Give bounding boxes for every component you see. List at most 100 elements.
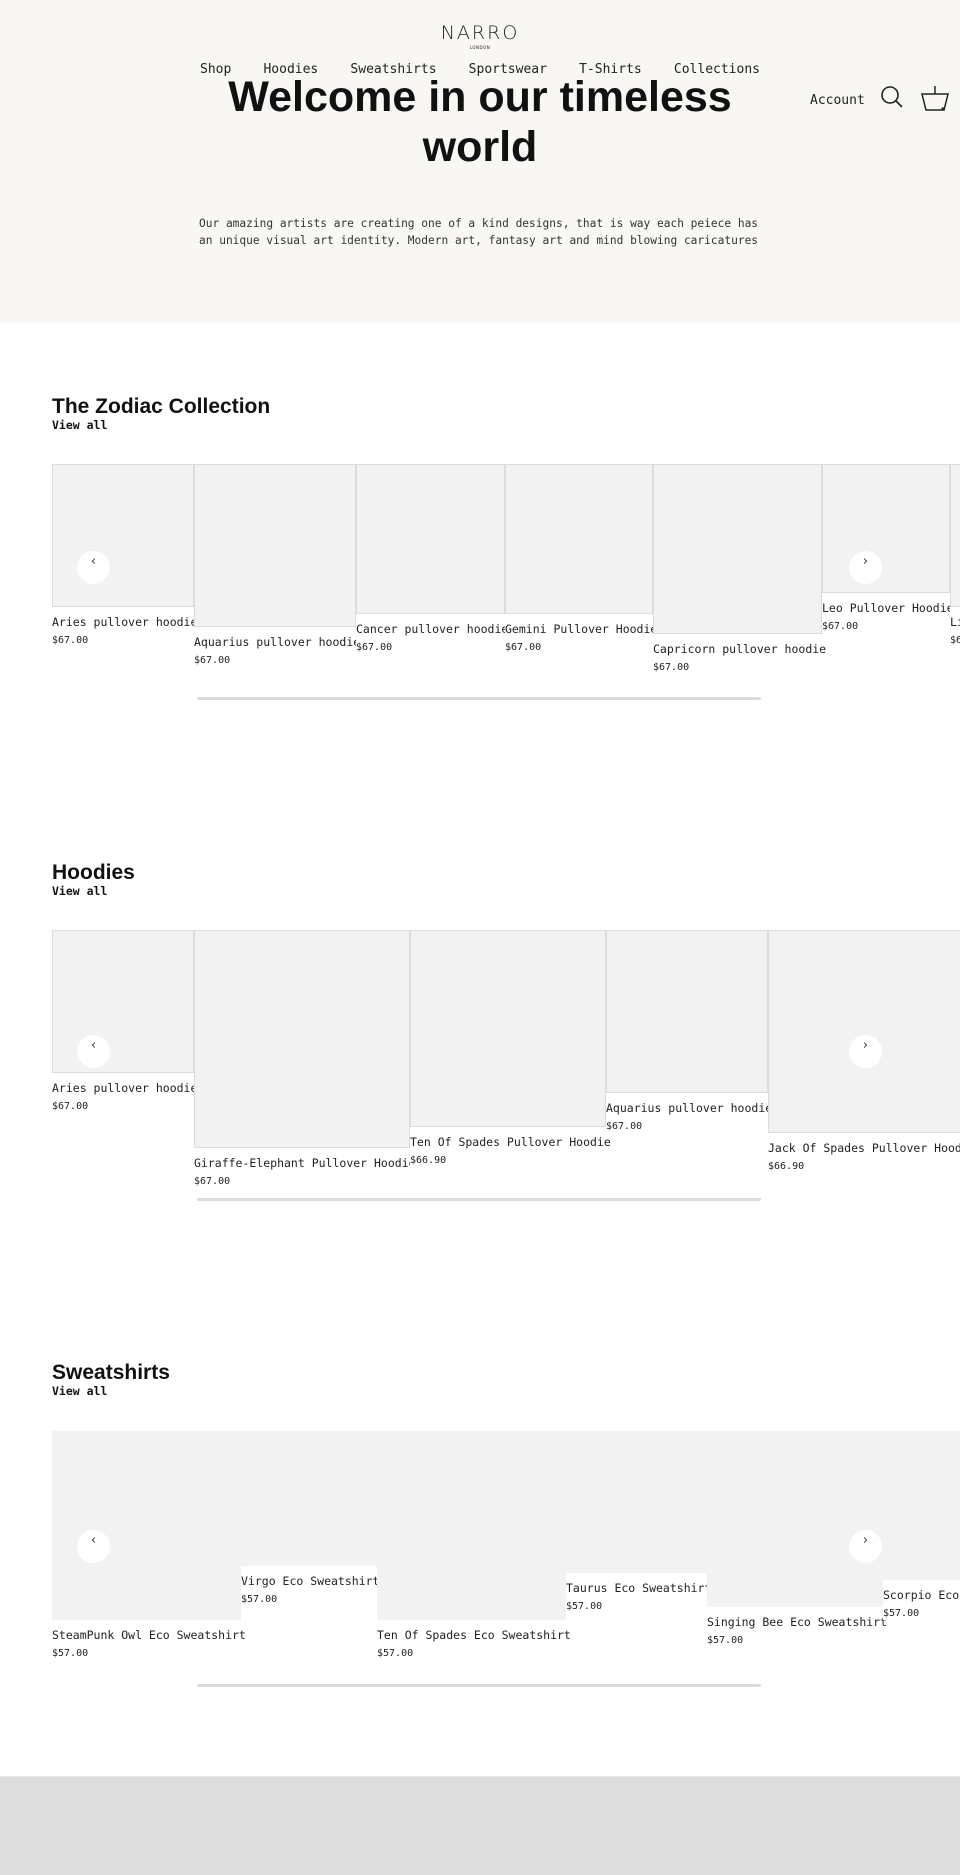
product-name[interactable]: SteamPunk Owl Eco Sweatshirt: [52, 1628, 246, 1642]
product-image[interactable]: [410, 930, 606, 1127]
chevron-right-icon: ›: [862, 1533, 869, 1548]
product-price: $66.90: [768, 1161, 805, 1172]
product-image[interactable]: [505, 464, 653, 614]
view-all-hoodies[interactable]: View all: [52, 884, 107, 898]
product-image[interactable]: [883, 1431, 960, 1580]
footer: [0, 1776, 960, 1875]
section-title-sweatshirts: Sweatshirts: [52, 1361, 170, 1384]
product-name[interactable]: Aquarius pullover hoodie: [606, 1101, 772, 1115]
product-price: $67.00: [52, 635, 89, 646]
product-card[interactable]: Capricorn pullover hoodie $67.00: [653, 464, 826, 674]
product-name[interactable]: Aries pullover hoodie: [52, 615, 197, 629]
carousel-prev-button[interactable]: ‹: [77, 1035, 110, 1068]
product-image[interactable]: [241, 1431, 377, 1566]
product-image[interactable]: [707, 1431, 883, 1607]
product-name[interactable]: Gemini Pullover Hoodie: [505, 622, 657, 636]
chevron-left-icon: ‹: [90, 1038, 97, 1053]
product-card[interactable]: Virgo Eco Sweatshirt $57.00: [241, 1431, 379, 1606]
product-price: $57.00: [566, 1601, 603, 1612]
product-price: $67.00: [505, 642, 542, 653]
product-card[interactable]: Aquarius pullover hoodie $67.00: [606, 930, 772, 1133]
product-image[interactable]: [194, 464, 356, 627]
product-price: $67.00: [606, 1121, 643, 1132]
view-all-sweatshirts[interactable]: View all: [52, 1384, 107, 1398]
product-image[interactable]: [768, 930, 960, 1133]
hero-text: Our amazing artists are creating one of …: [199, 217, 759, 247]
product-name[interactable]: Aries pullover hoodie: [52, 1081, 197, 1095]
product-card[interactable]: Aries pullover hoodie $67.00: [52, 464, 197, 647]
product-name[interactable]: Taurus Eco Sweatshirt: [566, 1581, 711, 1595]
product-price: $67.00: [52, 1101, 89, 1112]
product-name[interactable]: Ten Of Spades Eco Sweatshirt: [377, 1628, 571, 1642]
product-image[interactable]: [950, 464, 960, 607]
product-image[interactable]: [822, 464, 950, 593]
view-all-zodiac[interactable]: View all: [52, 418, 107, 432]
product-card[interactable]: Aquarius pullover hoodie $67.00: [194, 464, 360, 667]
carousel-next-button[interactable]: ›: [849, 1035, 882, 1068]
product-name[interactable]: Virgo Eco Sweatshirt: [241, 1574, 379, 1588]
product-card[interactable]: Gemini Pullover Hoodie $67.00: [505, 464, 657, 654]
product-price: $57.00: [241, 1594, 278, 1605]
carousel-next-button[interactable]: ›: [849, 1530, 882, 1563]
product-card[interactable]: Cancer pullover hoodie $67.00: [356, 464, 508, 654]
product-name[interactable]: Giraffe-Elephant Pullover Hoodie: [194, 1156, 416, 1170]
product-image[interactable]: [194, 930, 410, 1148]
product-card[interactable]: Scorpio Eco Sweatshirt $57.00: [883, 1431, 960, 1620]
product-price: $57.00: [883, 1608, 920, 1619]
product-image[interactable]: [653, 464, 822, 634]
product-image[interactable]: [52, 464, 194, 607]
product-card[interactable]: Leo Pullover Hoodie $67.00: [822, 464, 954, 633]
product-card[interactable]: Aries pullover hoodie $67.00: [52, 930, 197, 1113]
carousel-prev-button[interactable]: ‹: [77, 551, 110, 584]
product-name[interactable]: Ten Of Spades Pullover Hoodie: [410, 1135, 611, 1149]
product-name[interactable]: Aquarius pullover hoodie: [194, 635, 360, 649]
product-name[interactable]: Li: [950, 615, 960, 629]
product-image[interactable]: [566, 1431, 707, 1573]
product-price: $66.90: [410, 1155, 447, 1166]
carousel-prev-button[interactable]: ‹: [77, 1530, 110, 1563]
product-card[interactable]: Ten Of Spades Eco Sweatshirt $57.00: [377, 1431, 571, 1660]
carousel-next-button[interactable]: ›: [849, 551, 882, 584]
product-price: $67.00: [194, 655, 231, 666]
chevron-left-icon: ‹: [90, 554, 97, 569]
product-name[interactable]: Jack Of Spades Pullover Hoodie: [768, 1141, 960, 1155]
product-price: $67.00: [822, 621, 859, 632]
product-name[interactable]: Cancer pullover hoodie: [356, 622, 508, 636]
product-card[interactable]: Ten Of Spades Pullover Hoodie $66.90: [410, 930, 611, 1167]
carousel-scrollbar[interactable]: [197, 1684, 761, 1687]
product-price: $67.00: [194, 1176, 231, 1187]
product-price: $67.00: [356, 642, 393, 653]
chevron-right-icon: ›: [862, 1038, 869, 1053]
carousel-scrollbar[interactable]: [197, 697, 761, 700]
product-name[interactable]: Capricorn pullover hoodie: [653, 642, 826, 656]
product-name[interactable]: Leo Pullover Hoodie: [822, 601, 954, 615]
search-icon[interactable]: [880, 85, 904, 109]
product-card[interactable]: Taurus Eco Sweatshirt $57.00: [566, 1431, 711, 1613]
section-title-hoodies: Hoodies: [52, 861, 135, 884]
product-price: $6: [950, 635, 960, 646]
carousel-scrollbar[interactable]: [197, 1198, 761, 1201]
product-name[interactable]: Singing Bee Eco Sweatshirt: [707, 1615, 887, 1629]
chevron-left-icon: ‹: [90, 1533, 97, 1548]
product-card[interactable]: Li $6: [950, 464, 960, 647]
cart-icon[interactable]: [920, 85, 950, 113]
product-price: $67.00: [653, 662, 690, 673]
brand-name[interactable]: NARRO: [0, 22, 960, 44]
product-price: $57.00: [707, 1635, 744, 1646]
hero-title: Welcome in our timeless world: [228, 73, 732, 171]
product-image[interactable]: [377, 1431, 566, 1620]
product-image[interactable]: [52, 1431, 241, 1620]
account-link[interactable]: Account: [810, 93, 865, 108]
product-price: $57.00: [377, 1648, 414, 1659]
product-name[interactable]: Scorpio Eco Sweatshirt: [883, 1588, 960, 1602]
hero-section: NARRO LONDON Shop Hoodies Sweatshirts Sp…: [0, 0, 960, 323]
product-image[interactable]: [356, 464, 505, 614]
product-card[interactable]: Giraffe-Elephant Pullover Hoodie $67.00: [194, 930, 416, 1188]
product-image[interactable]: [52, 930, 194, 1073]
section-title-zodiac: The Zodiac Collection: [52, 395, 271, 418]
logo[interactable]: NARRO LONDON: [0, 22, 960, 50]
product-price: $57.00: [52, 1648, 89, 1659]
product-image[interactable]: [606, 930, 768, 1093]
brand-subtitle: LONDON: [469, 45, 491, 50]
chevron-right-icon: ›: [862, 554, 869, 569]
